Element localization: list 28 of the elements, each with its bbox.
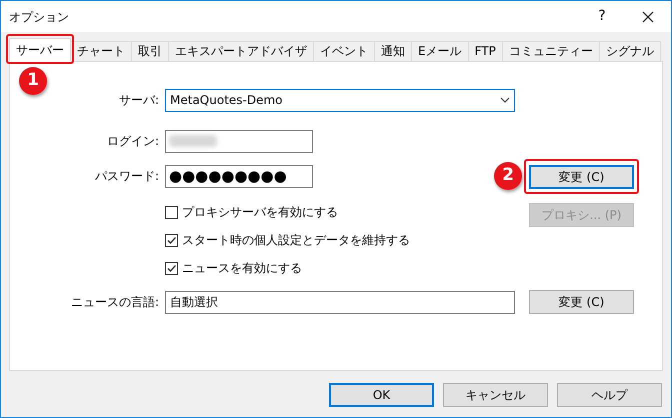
highlight-frame <box>6 34 74 64</box>
blurred-text <box>169 135 217 147</box>
server-dropdown[interactable]: MetaQuotes-Demo <box>165 88 515 112</box>
password-field[interactable]: ●●●●●●●●● <box>165 164 313 188</box>
checkbox[interactable] <box>165 262 178 274</box>
login-field[interactable] <box>165 130 313 152</box>
window-title: オプション <box>8 8 70 26</box>
help-button[interactable]: ? <box>579 1 625 32</box>
checkbox-label: スタート時の個人設定とデータを維持する <box>182 232 410 249</box>
field-label: サーバ: <box>118 92 160 109</box>
chevron-down-icon <box>500 97 510 103</box>
field-label: ニュースの言語: <box>70 294 160 311</box>
checkbox-label: プロキシサーバを有効にする <box>182 204 338 221</box>
field-label: パスワード: <box>94 168 160 185</box>
tab[interactable]: サーバー <box>9 38 71 62</box>
dialog-button[interactable]: キャンセル <box>443 383 548 407</box>
dialog-button[interactable]: OK <box>329 383 434 407</box>
checkbox-label: ニュースを有効にする <box>182 260 302 277</box>
dialog-button[interactable]: ヘルプ <box>557 383 662 407</box>
field-label: ログイン: <box>106 133 160 150</box>
callout-badge: 2 <box>494 162 522 190</box>
close-icon <box>642 10 654 22</box>
change-button[interactable]: 変更 (C) <box>529 290 634 314</box>
news-language-field[interactable]: 自動選択 <box>165 290 515 314</box>
checkbox[interactable] <box>165 234 178 246</box>
tab[interactable]: シグナル <box>598 40 661 62</box>
checkbox[interactable] <box>165 206 178 218</box>
change-button[interactable]: 変更 (C) <box>529 164 634 188</box>
